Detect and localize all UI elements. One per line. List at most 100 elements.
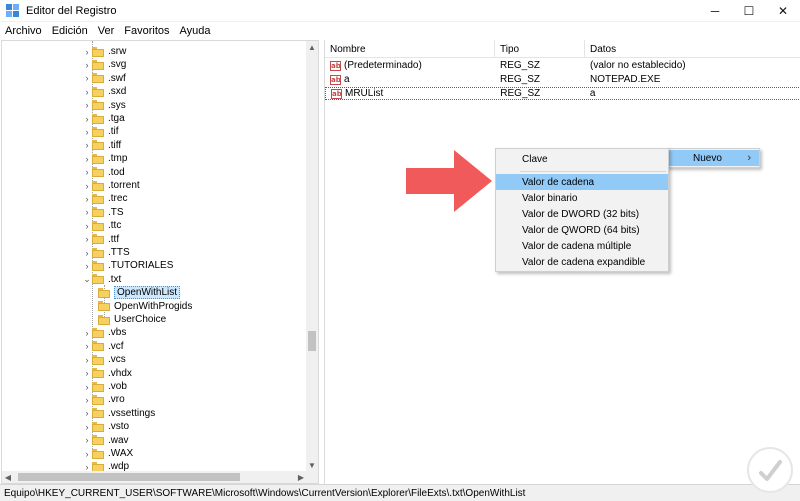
tree-hscroll-thumb[interactable] — [18, 473, 240, 481]
tree-item[interactable]: › .vcs — [82, 353, 126, 366]
scroll-down-icon[interactable]: ▼ — [306, 459, 318, 471]
tree-item[interactable]: › .trec — [82, 192, 128, 205]
chevron-right-icon[interactable]: › — [82, 341, 92, 351]
tree-item[interactable]: › .vob — [82, 380, 127, 393]
chevron-right-icon[interactable]: › — [82, 248, 92, 258]
tree-item[interactable]: › .vhdx — [82, 367, 132, 380]
chevron-right-icon[interactable]: › — [82, 207, 92, 217]
chevron-right-icon[interactable]: › — [82, 422, 92, 432]
close-button[interactable]: ✕ — [766, 0, 800, 22]
chevron-right-icon[interactable]: › — [82, 167, 92, 177]
chevron-right-icon[interactable]: › — [82, 73, 92, 83]
registry-tree-pane[interactable]: › .srw › .svg › .swf › .sxd › .sys › .tga › .tif › .tif… — [1, 40, 319, 484]
chevron-right-icon[interactable]: › — [82, 114, 92, 124]
menu-item-valor-cadena-expandible[interactable]: Valor de cadena expandible — [496, 254, 668, 270]
tree-item[interactable]: › .sxd — [82, 85, 127, 98]
tree-item-selected[interactable]: OpenWithList — [98, 286, 181, 300]
tree-item[interactable]: › .tmp — [82, 152, 128, 165]
tree-item[interactable]: OpenWithProgids — [98, 300, 192, 313]
menu-item-valor-dword[interactable]: Valor de DWORD (32 bits) — [496, 206, 668, 222]
menu-item-valor-qword[interactable]: Valor de QWORD (64 bits) — [496, 222, 668, 238]
folder-icon — [92, 368, 104, 379]
minimize-button[interactable]: ─ — [698, 0, 732, 22]
menu-item-nuevo[interactable]: Nuevo › — [667, 150, 759, 166]
chevron-right-icon[interactable]: › — [82, 221, 92, 231]
list-item-selected[interactable]: ab MRUList REG_SZ a — [325, 87, 800, 100]
tree-item[interactable]: › .wav — [82, 434, 129, 447]
menu-ver[interactable]: Ver — [93, 25, 120, 37]
chevron-right-icon[interactable]: › — [82, 355, 92, 365]
tree-item[interactable]: ⌄ .txt — [82, 273, 121, 286]
chevron-down-icon[interactable]: ⌄ — [82, 274, 92, 285]
column-header-tipo[interactable]: Tipo — [495, 40, 585, 58]
column-header-nombre[interactable]: Nombre — [325, 40, 495, 58]
chevron-right-icon[interactable]: › — [82, 181, 92, 191]
menu-archivo[interactable]: Archivo — [0, 25, 47, 37]
tree-item-label: .vsto — [108, 421, 130, 433]
tree-item[interactable]: › .vsto — [82, 420, 130, 433]
tree-item[interactable]: › .vbs — [82, 326, 127, 339]
red-arrow-annotation — [406, 150, 492, 212]
tree-vertical-scrollbar[interactable]: ▲ ▼ — [306, 41, 318, 471]
tree-item[interactable]: › .vro — [82, 393, 125, 406]
scroll-left-icon[interactable]: ◀ — [2, 471, 14, 483]
chevron-right-icon[interactable]: › — [82, 408, 92, 418]
maximize-button[interactable]: ☐ — [732, 0, 766, 22]
chevron-right-icon[interactable]: › — [82, 194, 92, 204]
tree-item[interactable]: › .tod — [82, 166, 125, 179]
tree-item-label: .sxd — [108, 86, 127, 98]
chevron-right-icon[interactable]: › — [82, 435, 92, 445]
menu-item-valor-binario[interactable]: Valor binario — [496, 190, 668, 206]
tree-item[interactable]: › .srw — [82, 45, 127, 58]
chevron-right-icon[interactable]: › — [82, 127, 92, 137]
value-name: (Predeterminado) — [344, 60, 422, 71]
chevron-right-icon[interactable]: › — [82, 382, 92, 392]
tree-item[interactable]: › .torrent — [82, 179, 140, 192]
tree-item[interactable]: › .TS — [82, 206, 124, 219]
watermark-logo — [747, 447, 793, 493]
string-value-icon: ab — [330, 60, 341, 71]
folder-icon — [92, 260, 104, 271]
tree-item[interactable]: › .sys — [82, 99, 126, 112]
tree-item[interactable]: › .tif — [82, 125, 119, 138]
chevron-right-icon[interactable]: › — [82, 100, 92, 110]
menu-item-valor-de-cadena[interactable]: Valor de cadena — [496, 174, 668, 190]
folder-icon — [92, 180, 104, 191]
chevron-right-icon[interactable]: › — [82, 368, 92, 378]
menu-favoritos[interactable]: Favoritos — [119, 25, 174, 37]
chevron-right-icon[interactable]: › — [82, 449, 92, 459]
chevron-right-icon[interactable]: › — [82, 395, 92, 405]
tree-item[interactable]: › .vcf — [82, 340, 124, 353]
tree-item[interactable]: › .vssettings — [82, 407, 156, 420]
scroll-up-icon[interactable]: ▲ — [306, 41, 318, 53]
tree-scroll-thumb[interactable] — [308, 331, 316, 351]
chevron-right-icon[interactable]: › — [82, 60, 92, 70]
list-item[interactable]: ab a REG_SZ NOTEPAD.EXE — [325, 73, 800, 86]
tree-item[interactable]: › .tga — [82, 112, 125, 125]
tree-item[interactable]: › .WAX — [82, 447, 134, 460]
chevron-right-icon[interactable]: › — [82, 140, 92, 150]
tree-item[interactable]: › .tiff — [82, 139, 122, 152]
tree-item[interactable]: › .TUTORIALES — [82, 259, 174, 272]
menu-edicion[interactable]: Edición — [47, 25, 93, 37]
menu-item-valor-cadena-multiple[interactable]: Valor de cadena múltiple — [496, 238, 668, 254]
chevron-right-icon[interactable]: › — [82, 47, 92, 57]
chevron-right-icon[interactable]: › — [82, 87, 92, 97]
tree-item[interactable]: › .TTS — [82, 246, 130, 259]
chevron-right-icon[interactable]: › — [82, 234, 92, 244]
column-header-datos[interactable]: Datos — [585, 40, 800, 58]
tree-item[interactable]: › .swf — [82, 72, 126, 85]
menu-item-clave[interactable]: Clave — [496, 151, 668, 167]
menu-ayuda[interactable]: Ayuda — [175, 25, 216, 37]
chevron-right-icon[interactable]: › — [82, 328, 92, 338]
tree-item[interactable]: › .ttf — [82, 233, 120, 246]
menu-item-nuevo-label: Nuevo — [693, 152, 722, 164]
tree-item[interactable]: UserChoice — [98, 313, 166, 326]
list-item[interactable]: ab (Predeterminado) REG_SZ (valor no est… — [325, 59, 800, 72]
tree-item[interactable]: › .ttc — [82, 219, 122, 232]
chevron-right-icon[interactable]: › — [82, 261, 92, 271]
window-title: Editor del Registro — [26, 4, 117, 17]
tree-item[interactable]: › .svg — [82, 58, 127, 71]
tree-horizontal-scrollbar[interactable]: ◀ ▶ — [2, 471, 307, 483]
chevron-right-icon[interactable]: › — [82, 154, 92, 164]
